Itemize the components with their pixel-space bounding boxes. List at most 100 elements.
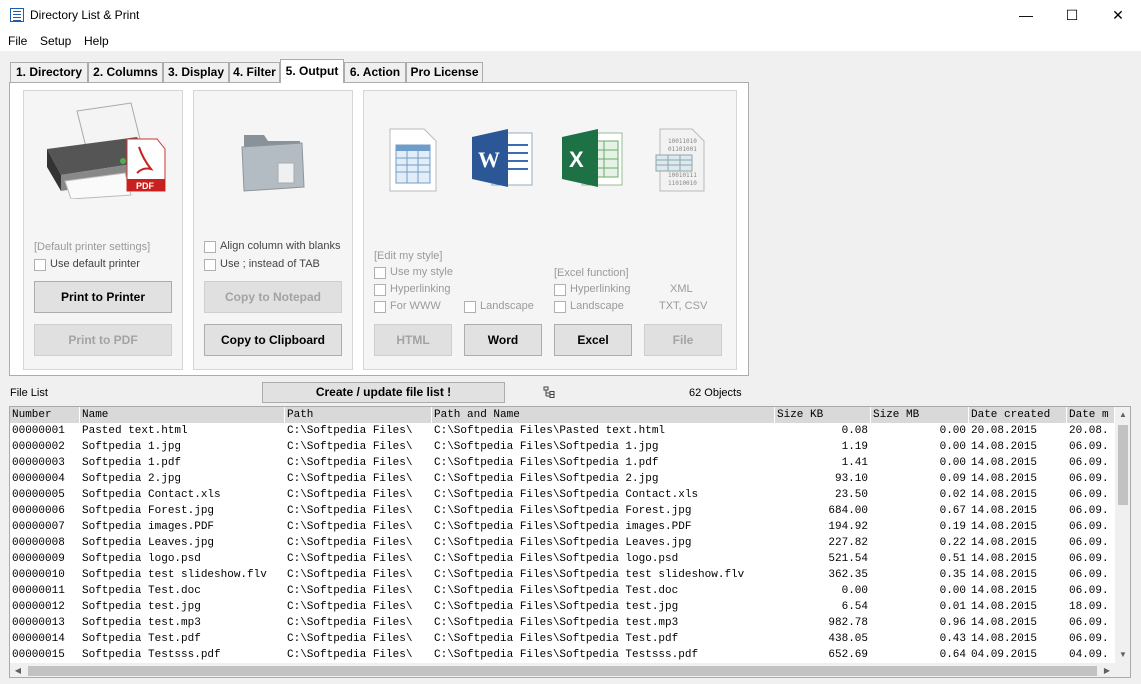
cell-name: Softpedia test slideshow.flv — [82, 569, 267, 581]
cell-path-and-name: C:\Softpedia Files\Softpedia test slides… — [434, 569, 745, 581]
menu-file[interactable]: File — [8, 34, 27, 48]
cell-size-mb: 0.00 — [939, 425, 966, 437]
scroll-down-icon[interactable]: ▼ — [1115, 647, 1130, 663]
cell-date-created: 14.08.2015 — [971, 633, 1038, 645]
tree-view-icon[interactable] — [543, 386, 555, 398]
tab-filter[interactable]: 4. Filter — [229, 62, 280, 82]
table-row[interactable]: 00000011 Softpedia Test.doc C:\Softpedia F… — [10, 583, 1115, 599]
column-header-date-created[interactable]: Date created — [969, 407, 1067, 423]
grid-header: Number Name Path Path and Name Size KB S… — [10, 407, 1115, 423]
cell-number: 00000004 — [12, 473, 65, 485]
column-header-name[interactable]: Name — [80, 407, 285, 423]
cell-path-and-name: C:\Softpedia Files\Softpedia Testsss.pdf — [434, 649, 699, 661]
table-row[interactable]: 00000005 Softpedia Contact.xls C:\Softpedi… — [10, 487, 1115, 503]
cell-size-kb: 521.54 — [828, 553, 868, 565]
cell-date-modified: 04.09. — [1069, 649, 1109, 661]
word-landscape-checkbox[interactable] — [464, 301, 476, 313]
print-to-printer-button[interactable]: Print to Printer — [34, 281, 172, 313]
use-default-printer-checkbox[interactable] — [34, 259, 46, 271]
excel-hyperlinking-checkbox[interactable] — [554, 284, 566, 296]
tab-action[interactable]: 6. Action — [344, 62, 406, 82]
excel-landscape-checkbox[interactable] — [554, 301, 566, 313]
cell-path: C:\Softpedia Files\ — [287, 617, 413, 629]
align-blanks-checkbox[interactable] — [204, 241, 216, 253]
cell-path: C:\Softpedia Files\ — [287, 601, 413, 613]
excel-button[interactable]: Excel — [554, 324, 632, 356]
cell-size-kb: 0.00 — [841, 585, 868, 597]
cell-size-kb: 1.19 — [841, 441, 868, 453]
title-bar: Directory List & Print — ☐ ✕ — [0, 0, 1141, 31]
column-header-date-modified[interactable]: Date m — [1067, 407, 1115, 423]
menu-help[interactable]: Help — [84, 34, 109, 48]
table-row[interactable]: 00000007 Softpedia images.PDF C:\Softpedia… — [10, 519, 1115, 535]
tab-output[interactable]: 5. Output — [280, 59, 344, 83]
scroll-up-icon[interactable]: ▲ — [1115, 407, 1130, 423]
cell-name: Softpedia Test.doc — [82, 585, 201, 597]
table-row[interactable]: 00000009 Softpedia logo.psd C:\Softpedia F… — [10, 551, 1115, 567]
html-button[interactable]: HTML — [374, 324, 452, 356]
cell-path: C:\Softpedia Files\ — [287, 441, 413, 453]
column-header-number[interactable]: Number — [10, 407, 80, 423]
close-button[interactable]: ✕ — [1095, 0, 1141, 31]
minimize-button[interactable]: — — [1003, 0, 1049, 31]
table-row[interactable]: 00000014 Softpedia Test.pdf C:\Softpedia F… — [10, 631, 1115, 647]
cell-path-and-name: C:\Softpedia Files\Softpedia 1.pdf — [434, 457, 659, 469]
file-button[interactable]: File — [644, 324, 722, 356]
menu-setup[interactable]: Setup — [40, 34, 71, 48]
use-semicolon-checkbox[interactable] — [204, 259, 216, 271]
export-group: W X 10011010 01101001 10010111 11010010 — [363, 90, 737, 370]
vertical-scroll-thumb[interactable] — [1118, 425, 1128, 505]
tab-directory[interactable]: 1. Directory — [10, 62, 88, 82]
horizontal-scroll-thumb[interactable] — [28, 666, 1097, 676]
copy-to-notepad-button[interactable]: Copy to Notepad — [204, 281, 342, 313]
cell-date-created: 20.08.2015 — [971, 425, 1038, 437]
cell-date-modified: 18.09. — [1069, 601, 1109, 613]
file-list-grid[interactable]: Number Name Path Path and Name Size KB S… — [9, 406, 1131, 678]
word-button[interactable]: Word — [464, 324, 542, 356]
horizontal-scrollbar[interactable]: ◀ ▶ — [10, 663, 1115, 677]
align-blanks-label: Align column with blanks — [220, 240, 341, 252]
print-to-pdf-button[interactable]: Print to PDF — [34, 324, 172, 356]
tab-columns[interactable]: 2. Columns — [88, 62, 163, 82]
svg-text:01101001: 01101001 — [668, 146, 697, 153]
cell-name: Softpedia test.mp3 — [82, 617, 201, 629]
scrollbar-corner — [1115, 663, 1130, 677]
column-header-path-and-name[interactable]: Path and Name — [432, 407, 775, 423]
tab-pro-license[interactable]: Pro License — [406, 62, 483, 82]
cell-date-created: 14.08.2015 — [971, 473, 1038, 485]
table-row[interactable]: 00000002 Softpedia 1.jpg C:\Softpedia File… — [10, 439, 1115, 455]
use-default-printer-label: Use default printer — [50, 258, 140, 270]
table-row[interactable]: 00000006 Softpedia Forest.jpg C:\Softpedia… — [10, 503, 1115, 519]
table-row[interactable]: 00000001 Pasted text.html C:\Softpedia Fil… — [10, 423, 1115, 439]
svg-text:10011010: 10011010 — [668, 138, 697, 145]
cell-path: C:\Softpedia Files\ — [287, 569, 413, 581]
column-header-size-kb[interactable]: Size KB — [775, 407, 871, 423]
table-row[interactable]: 00000013 Softpedia test.mp3 C:\Softpedia F… — [10, 615, 1115, 631]
cell-date-modified: 06.09. — [1069, 537, 1109, 549]
table-row[interactable]: 00000003 Softpedia 1.pdf C:\Softpedia File… — [10, 455, 1115, 471]
vertical-scrollbar[interactable]: ▲ ▼ — [1115, 407, 1130, 663]
cell-number: 00000003 — [12, 457, 65, 469]
scroll-right-icon[interactable]: ▶ — [1099, 663, 1115, 677]
cell-number: 00000007 — [12, 521, 65, 533]
use-my-style-checkbox[interactable] — [374, 267, 386, 279]
tab-display[interactable]: 3. Display — [163, 62, 229, 82]
cell-path: C:\Softpedia Files\ — [287, 425, 413, 437]
table-row[interactable]: 00000012 Softpedia test.jpg C:\Softpedia F… — [10, 599, 1115, 615]
column-header-size-mb[interactable]: Size MB — [871, 407, 969, 423]
table-row[interactable]: 00000010 Softpedia test slideshow.flv C:\S… — [10, 567, 1115, 583]
hyperlinking-checkbox[interactable] — [374, 284, 386, 296]
window-title: Directory List & Print — [30, 8, 140, 22]
cell-number: 00000009 — [12, 553, 65, 565]
table-row[interactable]: 00000004 Softpedia 2.jpg C:\Softpedia File… — [10, 471, 1115, 487]
create-file-list-button[interactable]: Create / update file list ! — [262, 382, 505, 403]
cell-path-and-name: C:\Softpedia Files\Softpedia Test.doc — [434, 585, 679, 597]
column-header-path[interactable]: Path — [285, 407, 432, 423]
copy-to-clipboard-button[interactable]: Copy to Clipboard — [204, 324, 342, 356]
scroll-left-icon[interactable]: ◀ — [10, 663, 26, 677]
for-www-checkbox[interactable] — [374, 301, 386, 313]
maximize-button[interactable]: ☐ — [1049, 0, 1095, 31]
table-row[interactable]: 00000015 Softpedia Testsss.pdf C:\Softpedi… — [10, 647, 1115, 663]
table-row[interactable]: 00000008 Softpedia Leaves.jpg C:\Softpedia… — [10, 535, 1115, 551]
cell-date-created: 14.08.2015 — [971, 505, 1038, 517]
